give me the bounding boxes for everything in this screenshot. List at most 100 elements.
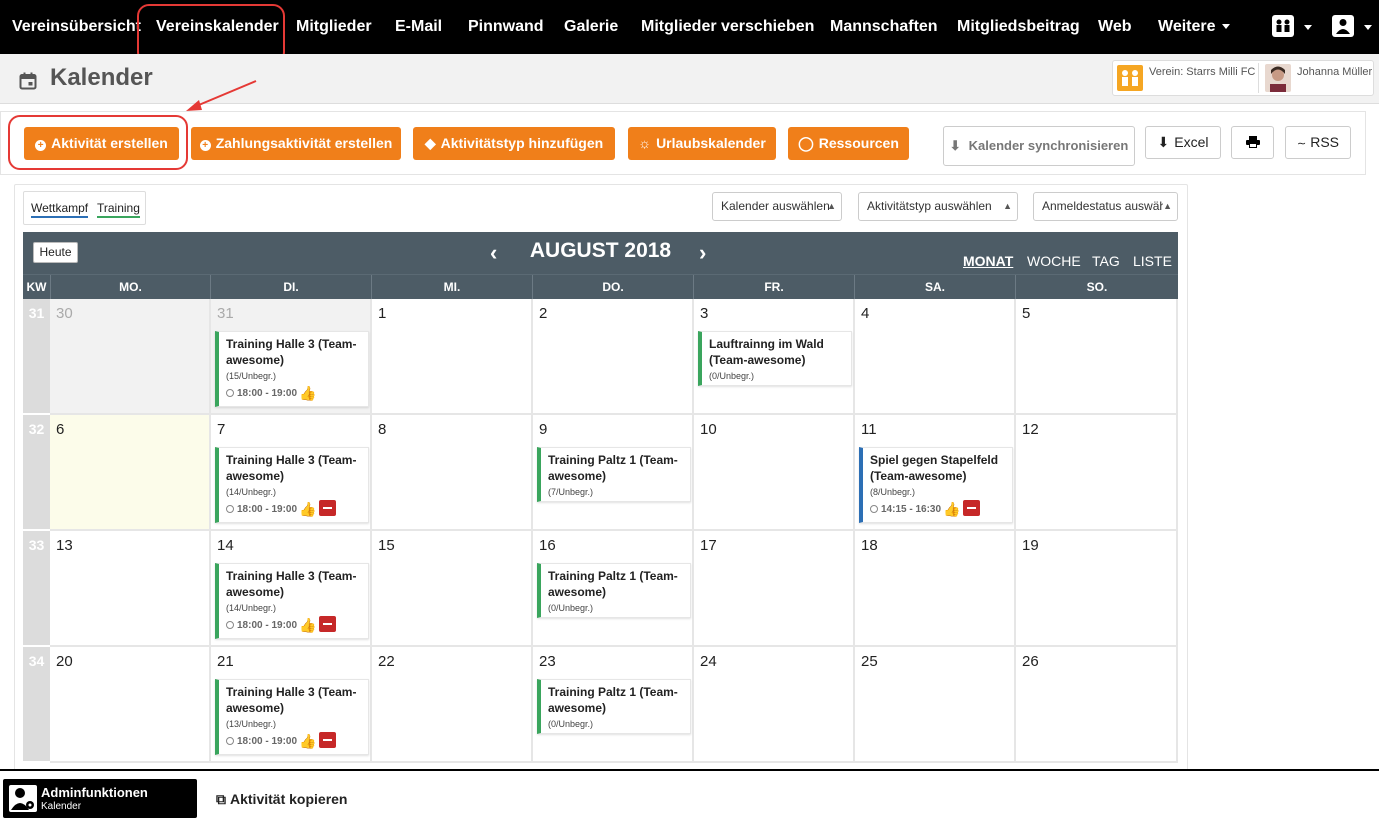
- club-user-box[interactable]: Verein: Starrs Milli FC Johanna Müller: [1112, 60, 1374, 96]
- event-card[interactable]: Spiel gegen Stapelfeld (Team-awesome) (8…: [859, 447, 1013, 523]
- day-cell[interactable]: 30: [50, 299, 211, 415]
- event-card[interactable]: Training Paltz 1 (Team-awesome) (7/Unbeg…: [537, 447, 691, 502]
- day-cell[interactable]: 2: [533, 299, 694, 415]
- day-cell[interactable]: 31 Training Halle 3 (Team-awesome) (15/U…: [211, 299, 372, 415]
- kw-header: KW: [26, 280, 47, 294]
- view-week-tab[interactable]: WOCHE: [1027, 253, 1081, 269]
- clock-icon: [226, 389, 234, 397]
- day-cell[interactable]: 9 Training Paltz 1 (Team-awesome) (7/Unb…: [533, 415, 694, 531]
- day-cell[interactable]: 26: [1016, 647, 1178, 763]
- calendar-select[interactable]: Kalender auswählen▲▼: [712, 192, 842, 221]
- day-cell[interactable]: 22: [372, 647, 533, 763]
- day-number: 2: [539, 305, 548, 322]
- legend-competition: Wettkampf: [31, 201, 89, 218]
- event-count: (0/Unbegr.): [709, 371, 755, 381]
- day-cell[interactable]: 24: [694, 647, 855, 763]
- day-cell[interactable]: 5: [1016, 299, 1178, 415]
- day-cell[interactable]: 17: [694, 531, 855, 647]
- day-cell[interactable]: 14 Training Halle 3 (Team-awesome) (14/U…: [211, 531, 372, 647]
- admin-title: Adminfunktionen: [41, 785, 148, 800]
- event-card[interactable]: Training Halle 3 (Team-awesome) (14/Unbe…: [215, 563, 369, 639]
- clock-icon: [226, 505, 234, 513]
- registration-status-select[interactable]: Anmeldestatus auswäh▲▼: [1033, 192, 1178, 221]
- user-menu-icon[interactable]: [1332, 15, 1354, 37]
- event-card[interactable]: Training Halle 3 (Team-awesome) (13/Unbe…: [215, 679, 369, 755]
- day-cell[interactable]: 11 Spiel gegen Stapelfeld (Team-awesome)…: [855, 415, 1016, 531]
- event-card[interactable]: Training Paltz 1 (Team-awesome) (0/Unbeg…: [537, 679, 691, 734]
- day-cell[interactable]: 19: [1016, 531, 1178, 647]
- thumbs-up-icon[interactable]: 👍: [299, 616, 316, 634]
- day-cell[interactable]: 13: [50, 531, 211, 647]
- chevron-down-icon[interactable]: [1304, 25, 1312, 30]
- vacation-calendar-button[interactable]: ☼ Urlaubskalender: [628, 127, 776, 160]
- weekday-mon: MO.: [50, 275, 210, 300]
- nav-gallery[interactable]: Galerie: [564, 0, 618, 54]
- chevron-down-icon: [1221, 24, 1230, 30]
- event-time: 14:15 - 16:30: [881, 504, 942, 515]
- day-cell[interactable]: 16 Training Paltz 1 (Team-awesome) (0/Un…: [533, 531, 694, 647]
- add-activity-type-button[interactable]: ◆ Aktivitätstyp hinzufügen: [413, 127, 615, 160]
- day-cell[interactable]: 21 Training Halle 3 (Team-awesome) (13/U…: [211, 647, 372, 763]
- print-button[interactable]: [1231, 126, 1274, 159]
- event-title: Spiel gegen Stapelfeld (Team-awesome): [870, 453, 999, 483]
- copy-icon: ⧉: [216, 791, 226, 807]
- decline-icon[interactable]: [319, 500, 337, 516]
- updown-icon: ▲▼: [1163, 193, 1172, 220]
- nav-email[interactable]: E-Mail: [395, 0, 442, 54]
- calendar-header: Heute ‹ AUGUST 2018 › MONAT WOCHE TAG LI…: [23, 232, 1178, 274]
- excel-export-button[interactable]: ⬇ Excel: [1145, 126, 1221, 159]
- nav-pinboard[interactable]: Pinnwand: [468, 0, 544, 54]
- nav-teams[interactable]: Mannschaften: [830, 0, 938, 54]
- weekday-wed: MI.: [371, 275, 532, 300]
- decline-icon[interactable]: [319, 732, 337, 748]
- thumbs-up-icon[interactable]: 👍: [299, 732, 316, 750]
- decline-icon[interactable]: [963, 500, 981, 516]
- next-month-icon[interactable]: ›: [699, 240, 706, 266]
- nav-members[interactable]: Mitglieder: [296, 0, 372, 54]
- nav-more[interactable]: Weitere: [1158, 0, 1230, 54]
- thumbs-up-icon[interactable]: 👍: [299, 384, 316, 402]
- day-cell[interactable]: 8: [372, 415, 533, 531]
- day-cell[interactable]: 4: [855, 299, 1016, 415]
- day-cell[interactable]: 7 Training Halle 3 (Team-awesome) (14/Un…: [211, 415, 372, 531]
- nav-web[interactable]: Web: [1098, 0, 1131, 54]
- event-title: Training Halle 3 (Team-awesome): [226, 685, 357, 715]
- activity-type-select-value: Aktivitätstyp auswählen: [867, 199, 992, 213]
- thumbs-up-icon[interactable]: 👍: [299, 500, 316, 518]
- day-number: 31: [217, 305, 234, 322]
- view-day-tab[interactable]: TAG: [1092, 253, 1120, 269]
- day-number: 8: [378, 421, 387, 438]
- sync-calendar-button[interactable]: ⬇ Kalender synchronisieren: [943, 126, 1135, 166]
- event-count: (0/Unbegr.): [548, 603, 594, 613]
- day-cell[interactable]: 10: [694, 415, 855, 531]
- chevron-down-icon[interactable]: [1364, 25, 1372, 30]
- view-month-tab[interactable]: MONAT: [963, 253, 1013, 269]
- event-card[interactable]: Lauftrainng im Wald (Team-awesome) (0/Un…: [698, 331, 852, 386]
- day-cell[interactable]: 23 Training Paltz 1 (Team-awesome) (0/Un…: [533, 647, 694, 763]
- day-cell[interactable]: 20: [50, 647, 211, 763]
- day-cell[interactable]: 18: [855, 531, 1016, 647]
- admin-functions-button[interactable]: Adminfunktionen Kalender: [3, 779, 197, 818]
- event-card[interactable]: Training Paltz 1 (Team-awesome) (0/Unbeg…: [537, 563, 691, 618]
- day-cell[interactable]: 12: [1016, 415, 1178, 531]
- nav-move-members[interactable]: Mitglieder verschieben: [641, 0, 814, 54]
- day-cell[interactable]: 15: [372, 531, 533, 647]
- day-number: 12: [1022, 421, 1039, 438]
- rss-button[interactable]: ∼ RSS: [1285, 126, 1351, 159]
- day-cell[interactable]: 1: [372, 299, 533, 415]
- decline-icon[interactable]: [319, 616, 337, 632]
- nav-membership-fee[interactable]: Mitgliedsbeitrag: [957, 0, 1080, 54]
- day-cell[interactable]: 3 Lauftrainng im Wald (Team-awesome) (0/…: [694, 299, 855, 415]
- day-cell-today[interactable]: 6: [50, 415, 211, 531]
- create-payment-activity-button[interactable]: + Zahlungsaktivität erstellen: [191, 127, 401, 160]
- view-list-tab[interactable]: LISTE: [1133, 253, 1172, 269]
- day-cell[interactable]: 25: [855, 647, 1016, 763]
- event-card[interactable]: Training Halle 3 (Team-awesome) (15/Unbe…: [215, 331, 369, 407]
- resources-button[interactable]: ◯ Ressourcen: [788, 127, 909, 160]
- club-switch-icon[interactable]: [1272, 15, 1294, 37]
- event-card[interactable]: Training Halle 3 (Team-awesome) (14/Unbe…: [215, 447, 369, 523]
- copy-activity-button[interactable]: ⧉ Aktivität kopieren: [216, 791, 347, 808]
- thumbs-up-icon[interactable]: 👍: [943, 500, 960, 518]
- activity-type-select[interactable]: Aktivitätstyp auswählen ▲▼: [858, 192, 1018, 221]
- nav-club-overview[interactable]: Vereinsübersicht: [12, 0, 141, 54]
